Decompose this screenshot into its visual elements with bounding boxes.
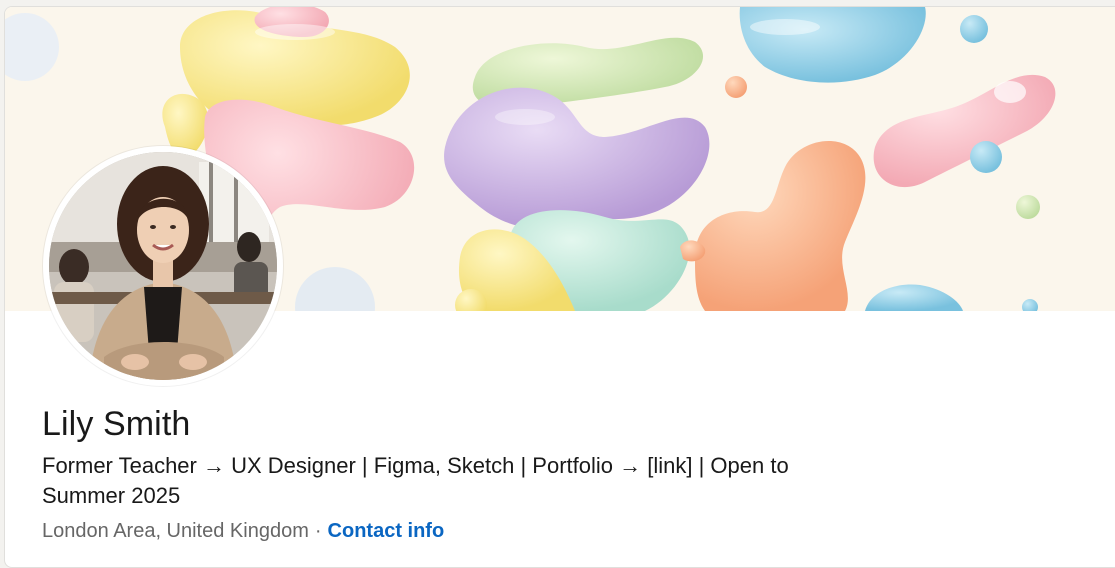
location-separator: · [314, 520, 322, 542]
profile-name: Lily Smith [42, 405, 191, 443]
profile-location: London Area, United Kingdom [42, 520, 309, 542]
profile-card: Lily Smith Former Teacher → UX Designer … [4, 6, 1115, 568]
profile-photo [49, 152, 277, 380]
profile-location-row: London Area, United Kingdom · Contact info [42, 520, 444, 543]
profile-headline: Former Teacher → UX Designer | Figma, Sk… [42, 453, 789, 508]
contact-info-link[interactable]: Contact info [328, 520, 445, 542]
profile-photo-illustration [49, 152, 277, 380]
profile-avatar[interactable] [43, 146, 283, 386]
